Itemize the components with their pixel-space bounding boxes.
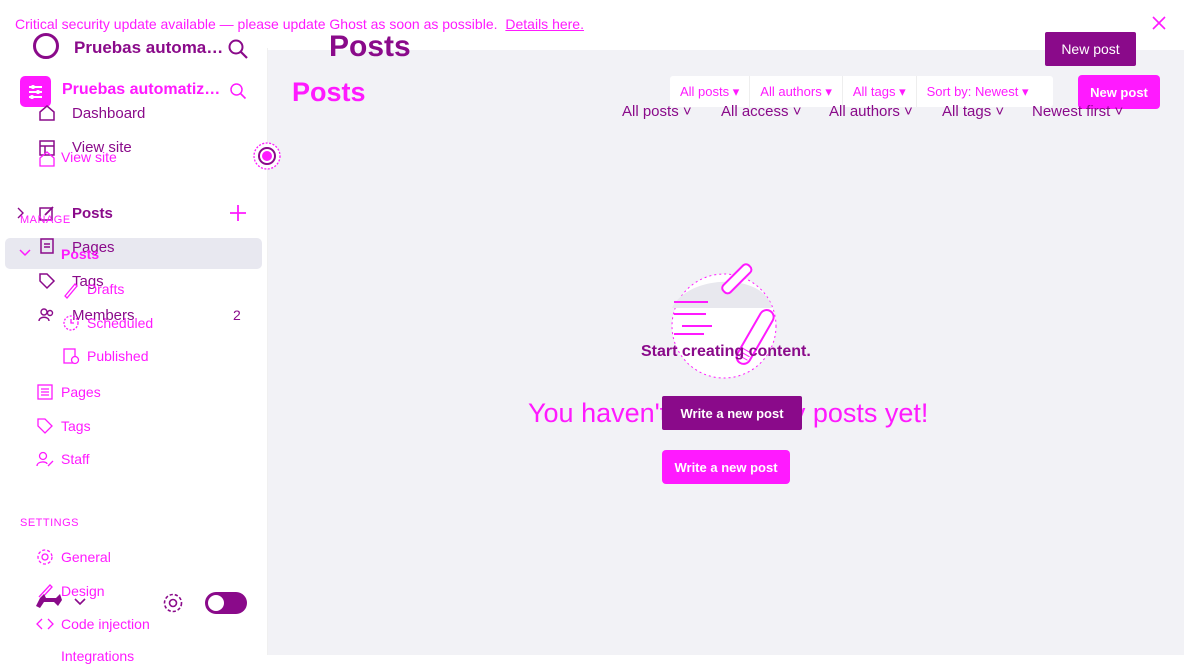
filter-all-access[interactable]: All access ˅ [721,103,801,120]
search-icon[interactable] [229,82,247,100]
filter-author-label: All authors [760,84,822,99]
nav-drafts[interactable]: Drafts [87,281,124,297]
nav-staff[interactable]: Staff [61,451,90,467]
nav-dashboard[interactable]: Dashboard [72,105,145,122]
filter-all-tags[interactable]: All tags ˅ [942,103,1004,120]
page-title: Posts [329,30,411,63]
search-icon[interactable] [227,38,249,60]
filter-all-authors[interactable]: All authors ˅ [829,103,913,120]
clock-icon [63,315,79,331]
target-icon[interactable] [252,141,282,171]
cat-icon[interactable] [34,588,66,612]
site-icon[interactable] [33,33,59,59]
filter-type-label: All posts [680,84,730,99]
write-new-post-button[interactable]: Write a new post [662,396,802,430]
security-banner-message: Critical security update available — ple… [15,16,498,32]
new-post-button[interactable]: New post [1045,32,1136,66]
people-icon [38,308,54,322]
night-mode-toggle[interactable] [205,592,247,614]
filter-all-posts-label: All posts [622,103,679,120]
filter-all-tags-label: All tags [942,103,992,120]
chevron-down-icon[interactable] [73,597,87,607]
filter-all-access-label: All access [721,103,789,120]
code-icon [36,618,54,630]
filter-all-authors-label: All authors [829,103,900,120]
site-title-secondary[interactable]: Pruebas automatiz… [62,81,220,99]
settings-heading: SETTINGS [20,517,80,529]
site-title[interactable]: Pruebas automa… [74,38,223,58]
nav-published[interactable]: Published [87,348,149,364]
site-logo[interactable] [20,76,51,107]
filter-order-label: Newest first [1032,103,1111,120]
write-new-post-button-secondary[interactable]: Write a new post [662,450,790,484]
security-banner-text: Critical security update available — ple… [15,16,584,32]
house-icon [39,105,55,121]
nav-code-injection[interactable]: Code injection [61,616,150,632]
members-count-badge: 2 [233,307,241,323]
nav-posts[interactable]: Posts [61,246,99,262]
empty-state-title: Start creating content. [641,343,811,360]
nav-posts-overlay[interactable]: Posts [72,205,113,222]
nav-pages[interactable]: Pages [61,384,101,400]
close-icon[interactable] [1150,14,1168,32]
list-icon [37,384,53,400]
nav-view-site[interactable]: View site [61,149,117,165]
security-banner-details-link[interactable]: Details here. [505,16,584,32]
gear-icon [37,549,53,565]
sliders-icon [29,85,42,99]
nav-tags[interactable]: Tags [61,418,91,434]
nav-scheduled[interactable]: Scheduled [87,315,153,331]
user-edit-icon [36,451,54,467]
filter-order[interactable]: Newest first ˅ [1032,103,1123,120]
house-icon [39,151,55,167]
plus-icon[interactable] [229,204,247,222]
filter-all-posts[interactable]: All posts ˅ [622,103,692,120]
nav-general[interactable]: General [61,549,111,565]
filter-sort-label: Sort by: Newest [926,84,1019,99]
gear-icon[interactable] [162,592,184,614]
check-document-icon [63,348,80,365]
document-icon [40,238,54,254]
tag-icon [37,418,53,434]
manage-heading: MANAGE [20,214,71,226]
tag-icon [39,273,56,290]
pencil-icon [64,283,78,299]
page-title-secondary: Posts [292,77,366,107]
chevron-down-icon[interactable] [19,248,31,258]
filter-tag-label: All tags [852,84,896,99]
pen-illustration-icon [671,263,777,379]
nav-integrations[interactable]: Integrations [61,648,134,664]
toggle-knob [208,595,224,611]
